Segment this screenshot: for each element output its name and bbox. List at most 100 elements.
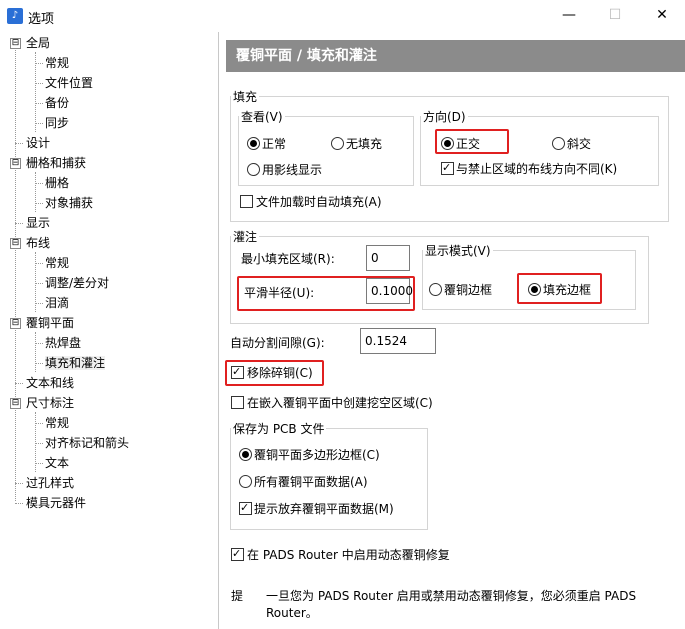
tip-text-line-2: Router。 — [266, 606, 318, 620]
tree-line — [35, 303, 43, 304]
tree-item-text-and-lines[interactable]: 文本和线 — [26, 373, 74, 393]
auto-fill-label: 文件加载时自动填充(A) — [256, 195, 382, 209]
tree-line — [35, 423, 43, 424]
tree-line — [35, 83, 43, 84]
direction-diagonal-label: 斜交 — [567, 137, 592, 151]
tree-item-fill-and-flood[interactable]: 填充和灌注 — [45, 353, 106, 373]
tree-line — [35, 203, 43, 204]
tree-item-copper-planes[interactable]: 覆铜平面 — [26, 313, 74, 333]
tree-item-display[interactable]: 显示 — [26, 213, 50, 233]
tree-line — [15, 45, 16, 501]
title-bar: ♪ 选项 — ☐ ✕ — [0, 0, 685, 32]
view-hatch-radio[interactable] — [247, 163, 260, 176]
tree-line — [35, 463, 43, 464]
highlight-box — [237, 276, 415, 311]
dynamic-repair-label: 在 PADS Router 中启用动态覆铜修复 — [247, 548, 450, 562]
collapse-icon[interactable]: ⊟ — [10, 318, 21, 329]
tree-line — [35, 263, 43, 264]
tree-line — [35, 183, 43, 184]
view-group-label: 查看(V) — [241, 110, 283, 124]
tree-line — [15, 503, 23, 504]
tree-line — [35, 103, 43, 104]
tree-line — [35, 443, 43, 444]
direction-diagonal-radio[interactable] — [552, 137, 565, 150]
tree-line — [15, 383, 23, 384]
tree-item-sync[interactable]: 同步 — [45, 113, 69, 133]
minimize-icon[interactable]: — — [546, 0, 592, 32]
save-poly-outline-label: 覆铜平面多边形边框(C) — [254, 448, 380, 462]
tree-item-die-components[interactable]: 模具元器件 — [26, 493, 86, 513]
display-mode-group-label: 显示模式(V) — [425, 244, 491, 258]
tree-line — [15, 143, 23, 144]
tree-item-teardrops[interactable]: 泪滴 — [45, 293, 69, 313]
maximize-icon: ☐ — [608, 7, 622, 23]
tree-item-routing-general[interactable]: 常规 — [45, 253, 69, 273]
direction-differ-label: 与禁止区域的布线方向不同(K) — [456, 162, 618, 176]
auto-fill-checkbox[interactable] — [240, 195, 253, 208]
flood-group-label: 灌注 — [233, 230, 258, 244]
tree-line — [15, 223, 23, 224]
display-copper-outline-label: 覆铜边框 — [444, 283, 493, 297]
collapse-icon[interactable]: ⊟ — [10, 238, 21, 249]
page-title: 覆铜平面 / 填充和灌注 — [226, 40, 685, 72]
min-area-label: 最小填充区域(R): — [241, 252, 335, 266]
direction-differ-checkbox[interactable] — [441, 161, 454, 175]
tree-line — [35, 363, 43, 364]
direction-group-label: 方向(D) — [423, 110, 466, 124]
tip-text-line-1: 一旦您为 PADS Router 启用或禁用动态覆铜修复，您必须重启 PADS — [266, 589, 637, 603]
save-all-data-radio[interactable] — [239, 475, 252, 488]
fill-group-label: 填充 — [233, 90, 258, 104]
tree-item-dimensioning-general[interactable]: 常规 — [45, 413, 69, 433]
highlight-box — [435, 129, 509, 154]
display-copper-outline-radio[interactable] — [429, 283, 442, 296]
tree-item-general[interactable]: 常规 — [45, 53, 69, 73]
tree-item-design[interactable]: 设计 — [26, 133, 50, 153]
tree-item-dimensioning-text[interactable]: 文本 — [45, 453, 69, 473]
collapse-icon[interactable]: ⊟ — [10, 38, 21, 49]
prompt-discard-checkbox[interactable] — [239, 501, 252, 515]
options-tree: ⊟ ⊟ ⊟ ⊟ ⊟ 全局 常规 文件位置 备份 同步 设计 栅格和捕获 栅格 对… — [0, 32, 219, 629]
create-cutout-label: 在嵌入覆铜平面中创建挖空区域(C) — [247, 396, 433, 410]
tree-line — [35, 52, 36, 132]
tree-item-thermals[interactable]: 热焊盘 — [45, 333, 81, 353]
tree-line — [35, 63, 43, 64]
tree-item-routing[interactable]: 布线 — [26, 233, 50, 253]
view-normal-radio[interactable] — [247, 137, 260, 150]
save-all-data-label: 所有覆铜平面数据(A) — [254, 475, 368, 489]
prompt-discard-label: 提示放弃覆铜平面数据(M) — [254, 502, 394, 516]
view-no-fill-radio[interactable] — [331, 137, 344, 150]
tree-line — [15, 483, 23, 484]
save-as-pcb-group-label: 保存为 PCB 文件 — [233, 422, 325, 436]
tree-item-file-locations[interactable]: 文件位置 — [45, 73, 93, 93]
dynamic-repair-checkbox[interactable] — [231, 547, 244, 561]
tree-line — [35, 123, 43, 124]
tree-item-grids-snap[interactable]: 栅格和捕获 — [26, 153, 86, 173]
close-icon[interactable]: ✕ — [639, 0, 685, 32]
collapse-icon[interactable]: ⊟ — [10, 398, 21, 409]
collapse-icon[interactable]: ⊟ — [10, 158, 21, 169]
window-title: 选项 — [28, 12, 55, 27]
auto-split-gap-label: 自动分割间隙(G): — [230, 336, 325, 350]
view-no-fill-label: 无填充 — [346, 137, 383, 151]
tree-item-dimensioning[interactable]: 尺寸标注 — [26, 393, 74, 413]
tree-item-alignment-arrows[interactable]: 对齐标记和箭头 — [45, 433, 129, 453]
auto-split-gap-input[interactable]: 0.1524 — [360, 328, 436, 354]
tree-item-grids[interactable]: 栅格 — [45, 173, 69, 193]
save-poly-outline-radio[interactable] — [239, 448, 252, 461]
options-app-icon: ♪ — [7, 8, 23, 24]
create-cutout-checkbox[interactable] — [231, 396, 244, 409]
min-area-input[interactable]: 0 — [366, 245, 410, 271]
tree-item-tuning-diffpairs[interactable]: 调整/差分对 — [45, 273, 109, 293]
tree-item-object-snap[interactable]: 对象捕获 — [45, 193, 93, 213]
tree-line — [35, 343, 43, 344]
tree-item-global[interactable]: 全局 — [26, 33, 50, 53]
tree-item-backup[interactable]: 备份 — [45, 93, 69, 113]
tree-line — [35, 283, 43, 284]
tree-item-via-patterns[interactable]: 过孔样式 — [26, 473, 74, 493]
highlight-box — [517, 273, 602, 304]
tree-line — [35, 332, 36, 372]
highlight-box — [225, 360, 324, 386]
tip-label: 提 — [231, 589, 244, 603]
tree-line — [35, 172, 36, 212]
view-hatch-label: 用影线显示 — [262, 163, 323, 177]
